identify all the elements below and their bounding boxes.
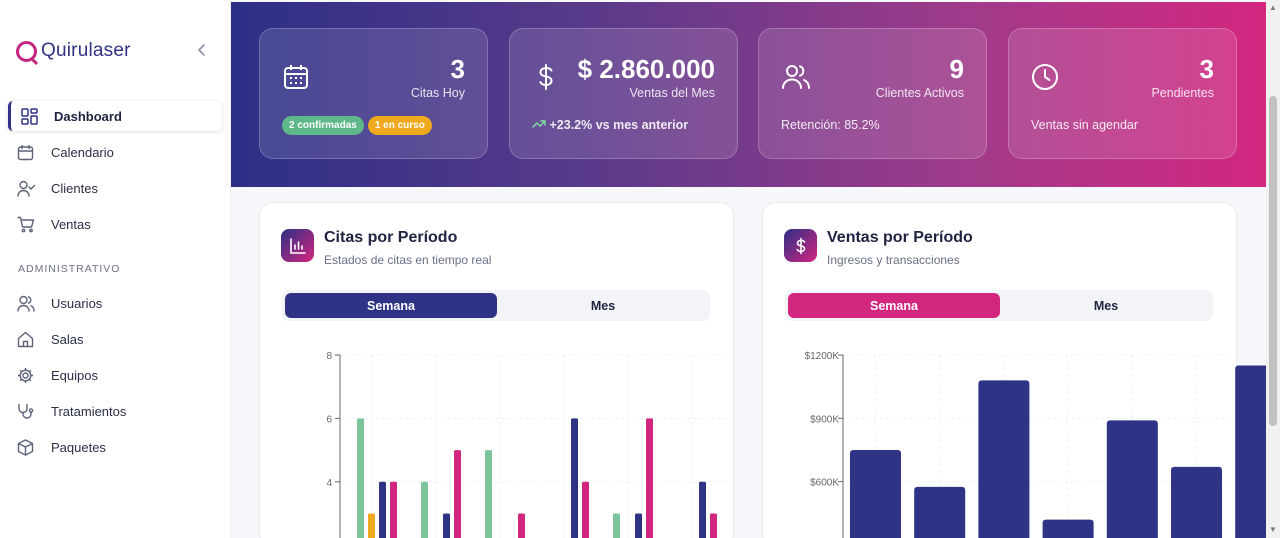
home-icon bbox=[16, 330, 35, 349]
section-label-administrativo: ADMINISTRATIVO bbox=[18, 263, 121, 275]
revenue-bar bbox=[1235, 365, 1267, 538]
users-icon bbox=[16, 294, 35, 313]
users-icon bbox=[781, 63, 810, 91]
calendar-icon bbox=[16, 143, 35, 162]
package-icon bbox=[16, 438, 35, 457]
scroll-up-arrow-icon[interactable]: ▲ bbox=[1268, 3, 1278, 13]
citas-bar-chart: 4 6 8 bbox=[326, 351, 733, 538]
stat-card-ventas-mes[interactable]: $ 2.860.000 Ventas del Mes +23.2% vs mes… bbox=[509, 28, 738, 159]
ventas-chart-card: Ventas por Período Ingresos y transaccio… bbox=[762, 202, 1267, 538]
stat-card-pendientes[interactable]: 3 Pendientes Ventas sin agendar bbox=[1008, 28, 1237, 159]
sidebar-item-label: Salas bbox=[51, 331, 84, 347]
stats-header: 3 Citas Hoy 2 confirmadas 1 en curso $ 2.… bbox=[231, 2, 1266, 187]
revenue-bar bbox=[914, 486, 966, 538]
y-tick-label: $600K bbox=[810, 478, 839, 489]
ventas-bar-chart: $600K $900K $1200K bbox=[805, 351, 1267, 538]
dollar-icon bbox=[532, 63, 560, 91]
sidebar-item-label: Tratamientos bbox=[51, 403, 127, 419]
sidebar-item-label: Paquetes bbox=[51, 439, 106, 455]
cart-icon bbox=[16, 215, 35, 234]
y-tick-label: $1200K bbox=[805, 351, 840, 362]
sidebar-item-label: Dashboard bbox=[54, 108, 122, 124]
app-logo[interactable]: Quirulaser bbox=[16, 40, 131, 62]
bar-navy bbox=[571, 418, 578, 538]
logo-icon bbox=[16, 40, 37, 62]
sidebar-item-tratamientos[interactable]: Tratamientos bbox=[8, 396, 222, 426]
sidebar-item-usuarios[interactable]: Usuarios bbox=[8, 288, 222, 318]
retention-text: Retención: 85.2% bbox=[781, 118, 880, 132]
sidebar-item-label: Usuarios bbox=[51, 295, 103, 311]
bar-magenta bbox=[582, 481, 589, 538]
stat-label: Ventas del Mes bbox=[629, 86, 715, 100]
y-tick-label: 6 bbox=[326, 414, 332, 425]
sidebar-item-dashboard[interactable]: Dashboard bbox=[8, 101, 222, 131]
revenue-bar bbox=[850, 449, 901, 538]
stat-card-citas-hoy[interactable]: 3 Citas Hoy 2 confirmadas 1 en curso bbox=[259, 28, 488, 159]
sidebar-item-label: Clientes bbox=[51, 180, 98, 196]
user-check-icon bbox=[16, 179, 35, 198]
stat-label: Clientes Activos bbox=[875, 86, 964, 100]
y-tick-label: 4 bbox=[326, 478, 332, 489]
sidebar-item-salas[interactable]: Salas bbox=[8, 324, 222, 354]
bar-magenta bbox=[646, 418, 653, 538]
bar-navy bbox=[379, 481, 386, 538]
bar-navy bbox=[443, 513, 450, 538]
chevron-left-icon bbox=[197, 44, 205, 56]
sidebar-item-clientes[interactable]: Clientes bbox=[8, 173, 222, 203]
bar-magenta bbox=[710, 513, 717, 538]
sidebar-item-label: Calendario bbox=[51, 144, 114, 160]
page-scrollbar[interactable]: ▲ ▼ bbox=[1266, 0, 1280, 538]
stat-value: $ 2.860.000 bbox=[577, 54, 715, 84]
bar-green bbox=[485, 450, 492, 538]
clock-icon bbox=[1031, 63, 1059, 91]
sidebar-item-label: Equipos bbox=[51, 367, 98, 383]
revenue-bar bbox=[1042, 519, 1094, 538]
pending-text: Ventas sin agendar bbox=[1031, 118, 1139, 132]
trending-up-icon bbox=[532, 120, 546, 128]
collapse-sidebar-button[interactable] bbox=[194, 42, 210, 60]
stat-label: Pendientes bbox=[1151, 86, 1214, 100]
bar-green bbox=[357, 418, 364, 538]
citas-chart-card: Citas por Período Estados de citas en ti… bbox=[259, 202, 734, 538]
sidebar-item-calendario[interactable]: Calendario bbox=[8, 137, 222, 167]
sidebar-item-equipos[interactable]: Equipos bbox=[8, 360, 222, 390]
dashboard-icon bbox=[20, 107, 39, 126]
y-tick-label: 8 bbox=[326, 351, 332, 362]
bar-navy bbox=[635, 513, 642, 538]
status-badge-en-curso: 1 en curso bbox=[367, 116, 432, 135]
revenue-bar bbox=[1171, 466, 1222, 538]
stat-value: 3 bbox=[450, 54, 465, 84]
bar-magenta bbox=[454, 450, 461, 538]
app-name: Quirulaser bbox=[41, 40, 131, 61]
scroll-down-arrow-icon[interactable]: ▼ bbox=[1268, 525, 1278, 535]
sidebar-item-ventas[interactable]: Ventas bbox=[8, 209, 222, 239]
calendar-icon bbox=[282, 63, 310, 91]
stat-value: 9 bbox=[949, 54, 964, 84]
trend-text: +23.2% vs mes anterior bbox=[549, 118, 689, 132]
bar-green bbox=[613, 513, 620, 538]
revenue-bar bbox=[978, 380, 1030, 538]
trend-indicator: +23.2% vs mes anterior bbox=[532, 118, 688, 132]
bar-yellow bbox=[368, 513, 375, 538]
bar-magenta bbox=[518, 513, 525, 538]
scrollbar-thumb[interactable] bbox=[1269, 96, 1277, 426]
revenue-bar bbox=[1106, 420, 1158, 538]
bar-green bbox=[421, 481, 428, 538]
sidebar: Quirulaser Dashboard Calendario Clientes… bbox=[0, 0, 231, 538]
sidebar-item-label: Ventas bbox=[51, 216, 91, 232]
y-tick-label: $900K bbox=[810, 414, 839, 425]
stethoscope-icon bbox=[16, 402, 35, 421]
sidebar-item-paquetes[interactable]: Paquetes bbox=[8, 432, 222, 462]
stat-card-clientes-activos[interactable]: 9 Clientes Activos Retención: 85.2% bbox=[758, 28, 987, 159]
gear-icon bbox=[16, 366, 35, 385]
status-badge-confirmadas: 2 confirmadas bbox=[282, 116, 364, 135]
stat-value: 3 bbox=[1199, 54, 1214, 84]
stat-label: Citas Hoy bbox=[410, 86, 465, 100]
bar-magenta bbox=[390, 481, 397, 538]
bar-navy bbox=[699, 481, 706, 538]
